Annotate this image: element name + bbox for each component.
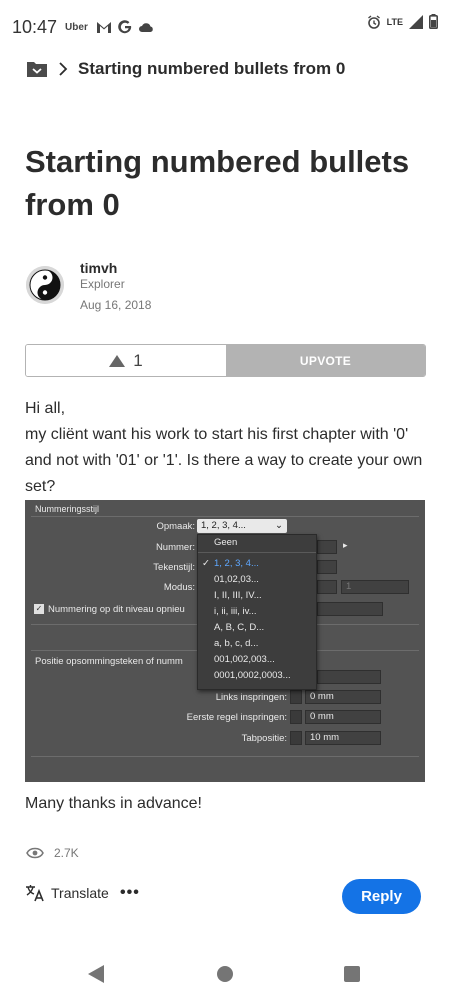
uber-app-icon: Uber bbox=[65, 21, 88, 33]
embed-divider bbox=[31, 516, 419, 517]
embedded-screenshot[interactable]: Nummeringsstijl Opmaak: 1, 2, 3, 4... ⌄ … bbox=[25, 500, 425, 782]
dropdown-item: a, b, c, d... bbox=[214, 638, 259, 649]
post-body: Hi all, my cliënt want his work to start… bbox=[25, 396, 425, 500]
post-date: Aug 16, 2018 bbox=[80, 298, 152, 312]
breadcrumb[interactable]: Starting numbered bullets from 0 bbox=[26, 56, 345, 82]
embed-links-field: 0 mm bbox=[305, 690, 381, 704]
embed-eerste-field: 0 mm bbox=[305, 710, 381, 724]
google-icon bbox=[118, 20, 132, 34]
stepper-icon bbox=[290, 690, 302, 704]
embed-opmaak-select: 1, 2, 3, 4... ⌄ bbox=[197, 519, 287, 533]
dropdown-item: A, B, C, D... bbox=[214, 622, 265, 633]
post-closing: Many thanks in advance! bbox=[25, 795, 202, 812]
upvote-bar: 1 UPVOTE bbox=[25, 344, 426, 377]
stepper-icon bbox=[290, 710, 302, 724]
embed-nummer-label: Nummer: bbox=[155, 542, 195, 553]
upvote-count-box: 1 bbox=[26, 345, 226, 376]
embed-modus-field bbox=[317, 580, 337, 594]
embed-modus-label: Modus: bbox=[163, 582, 195, 593]
embed-nummer-field bbox=[317, 540, 337, 554]
dropdown-item-label: 1, 2, 3, 4... bbox=[214, 558, 259, 569]
embed-modus-number: 1 bbox=[341, 580, 409, 594]
translate-button[interactable]: Translate bbox=[25, 884, 109, 902]
embed-tab-label: Tabpositie: bbox=[241, 733, 287, 744]
page-title: Starting numbered bullets from 0 bbox=[25, 144, 410, 222]
breadcrumb-current[interactable]: Starting numbered bullets from 0 bbox=[78, 59, 345, 79]
translate-icon bbox=[26, 885, 44, 902]
eye-icon bbox=[26, 847, 44, 859]
battery-icon bbox=[429, 14, 438, 29]
author-name[interactable]: timvh bbox=[80, 260, 117, 276]
embed-tab-field: 10 mm bbox=[305, 731, 381, 745]
dropdown-item-selected: ✓ 1, 2, 3, 4... bbox=[198, 556, 316, 572]
author-rank: Explorer bbox=[80, 277, 125, 291]
post-body-line: Hi all, bbox=[25, 400, 66, 417]
folder-icon[interactable] bbox=[26, 59, 48, 79]
upvote-triangle-icon bbox=[109, 354, 126, 367]
views-count: 2.7K bbox=[54, 846, 79, 860]
status-time: 10:47 bbox=[12, 16, 58, 37]
embed-positie-select bbox=[317, 670, 381, 684]
signal-icon bbox=[409, 14, 423, 29]
dropdown-separator bbox=[198, 552, 316, 553]
views: 2.7K bbox=[26, 846, 79, 860]
embed-tekenstijl-label: Tekenstijl: bbox=[153, 562, 195, 573]
alarm-icon bbox=[367, 14, 380, 29]
more-options-button[interactable]: ••• bbox=[120, 884, 140, 902]
embed-positie-label: Positie opsommingsteken of numm bbox=[35, 656, 183, 667]
home-icon[interactable] bbox=[217, 966, 233, 982]
check-icon: ✓ bbox=[202, 558, 210, 569]
network-type: LTE bbox=[386, 16, 403, 27]
checkbox-checked-icon: ✓ bbox=[34, 604, 44, 614]
dropdown-item: I, II, III, IV... bbox=[214, 590, 262, 601]
embed-restart-select bbox=[317, 602, 383, 616]
back-icon[interactable] bbox=[87, 964, 105, 984]
translate-label[interactable]: Translate bbox=[51, 885, 109, 901]
embed-section-header: Nummeringsstijl bbox=[35, 504, 100, 514]
embed-opmaak-label: Opmaak: bbox=[156, 521, 195, 532]
chevron-right-icon bbox=[59, 62, 68, 76]
reply-button[interactable]: Reply bbox=[342, 879, 421, 914]
embed-checkbox-label: Nummering op dit niveau opnieu bbox=[48, 604, 185, 615]
recent-apps-icon[interactable] bbox=[344, 966, 360, 982]
embed-eerste-label: Eerste regel inspringen: bbox=[186, 712, 287, 723]
embed-format-dropdown: Geen ✓ 1, 2, 3, 4... 01,02,03... I, II, I… bbox=[197, 534, 317, 690]
upvote-button[interactable]: UPVOTE bbox=[226, 345, 425, 376]
dropdown-item: i, ii, iii, iv... bbox=[214, 606, 257, 617]
post-body-line: my cliënt want his work to start his fir… bbox=[25, 426, 423, 495]
embed-arrow-icon: ▸ bbox=[343, 540, 348, 550]
system-nav-bar bbox=[0, 950, 450, 1000]
embed-links-label: Links inspringen: bbox=[215, 692, 287, 703]
dropdown-item: 0001,0002,0003... bbox=[214, 670, 291, 681]
cloud-icon bbox=[138, 23, 153, 32]
embed-tekenstijl-field bbox=[317, 560, 337, 574]
yin-yang-avatar-image bbox=[26, 266, 64, 304]
avatar[interactable] bbox=[26, 266, 64, 304]
dropdown-item: Geen bbox=[214, 537, 238, 548]
embed-divider bbox=[31, 756, 419, 757]
dropdown-item: 001,002,003... bbox=[214, 654, 275, 665]
chevron-down-icon: ⌄ bbox=[275, 520, 283, 531]
upvote-count: 1 bbox=[133, 350, 143, 370]
status-bar: 10:47 Uber LTE bbox=[0, 0, 450, 54]
gmail-icon bbox=[96, 22, 111, 33]
stepper-icon bbox=[290, 731, 302, 745]
dropdown-item: 01,02,03... bbox=[214, 574, 259, 585]
embed-opmaak-value: 1, 2, 3, 4... bbox=[201, 520, 246, 531]
